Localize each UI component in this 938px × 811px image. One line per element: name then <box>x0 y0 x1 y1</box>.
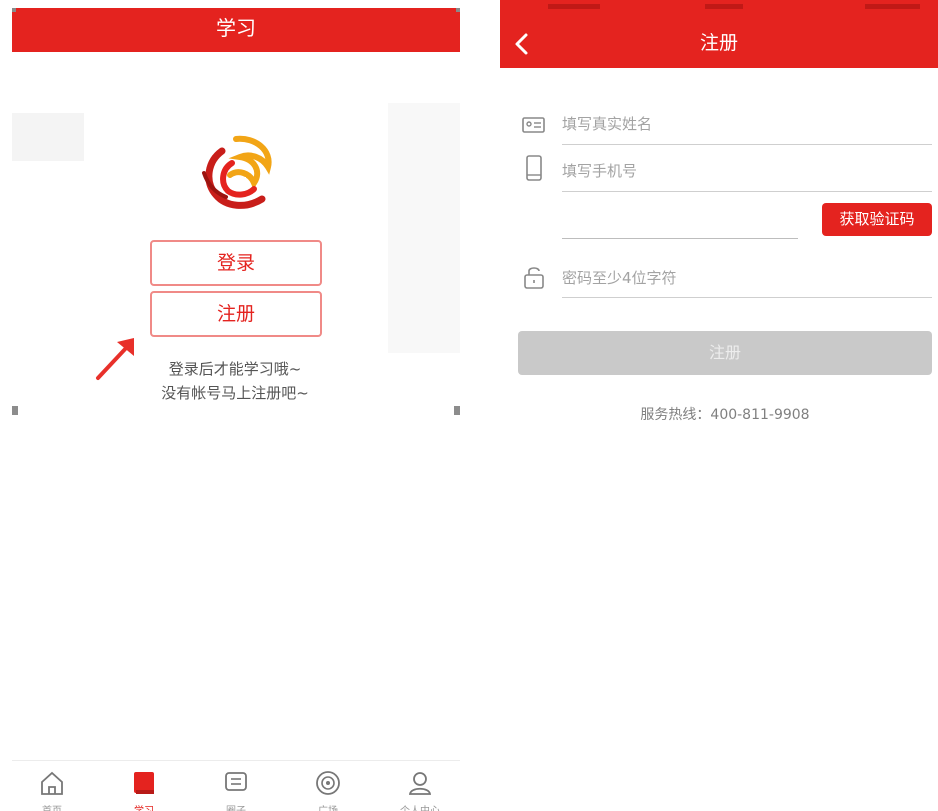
lock-icon <box>524 267 544 289</box>
verification-code-underline <box>562 238 798 239</box>
password-field[interactable] <box>562 258 932 298</box>
phone-field[interactable] <box>562 151 932 191</box>
hotline-label: 服务热线： <box>640 407 711 423</box>
corner-marker <box>456 8 460 12</box>
background-ghost <box>388 103 460 353</box>
tab-study[interactable]: 学习 <box>104 761 184 811</box>
background-ghost <box>12 113 84 161</box>
tab-home-label: 首页 <box>12 802 92 811</box>
screenshot-stage: 学习 登录 注册 登录后才能学习哦~ 没有帐号马上注册吧~ 注册 填写真实姓名 … <box>0 0 938 811</box>
page-title: 注册 <box>699 32 738 54</box>
phoenix-logo-icon <box>202 135 272 209</box>
register-button[interactable]: 注册 <box>150 291 322 337</box>
bottom-tab-bar: 首页 学习 圈子 <box>12 760 460 811</box>
tab-study-label: 学习 <box>104 802 184 811</box>
login-button-label: 登录 <box>216 252 255 274</box>
study-header: 学习 <box>12 8 460 52</box>
phone-field-underline <box>562 191 932 192</box>
password-field-underline <box>562 297 932 298</box>
login-button[interactable]: 登录 <box>150 240 322 286</box>
tab-circle[interactable]: 圈子 <box>196 761 276 811</box>
user-icon <box>408 772 432 795</box>
tab-profile[interactable]: 个人中心 <box>380 761 460 811</box>
submit-register-label: 注册 <box>708 343 741 362</box>
tab-square[interactable]: 广场 <box>288 761 368 811</box>
register-header: 注册 <box>500 0 938 68</box>
study-page-screen: 学习 登录 注册 登录后才能学习哦~ 没有帐号马上注册吧~ <box>12 8 460 811</box>
get-verification-code-button[interactable]: 获取验证码 <box>822 203 932 236</box>
id-card-icon <box>522 117 545 133</box>
tab-home[interactable]: 首页 <box>12 761 92 811</box>
name-field-underline <box>562 144 932 145</box>
status-bar <box>548 4 920 9</box>
login-hint-text: 登录后才能学习哦~ <box>168 360 302 378</box>
register-hint-text: 没有帐号马上注册吧~ <box>161 384 309 402</box>
verification-code-field[interactable] <box>562 198 798 238</box>
register-page-screen: 注册 获取验证码 注 <box>500 0 938 811</box>
submit-register-button[interactable]: 注册 <box>518 331 932 375</box>
home-icon <box>41 771 63 795</box>
chat-icon <box>225 772 247 791</box>
register-button-label: 注册 <box>216 303 255 325</box>
corner-marker <box>12 8 16 12</box>
get-verification-code-label: 获取验证码 <box>839 210 915 228</box>
tab-profile-label: 个人中心 <box>380 802 460 811</box>
edge-marker <box>454 406 460 415</box>
hotline-number[interactable]: 400-811-9908 <box>710 407 809 423</box>
tab-square-label: 广场 <box>288 802 368 811</box>
book-icon <box>134 772 154 794</box>
page-title: 学习 <box>216 16 256 40</box>
phone-icon <box>526 155 542 181</box>
radar-icon <box>316 771 340 795</box>
name-field[interactable] <box>562 104 932 144</box>
service-hotline: 服务热线：400-811-9908 <box>500 404 938 424</box>
tab-circle-label: 圈子 <box>196 802 276 811</box>
edge-marker <box>12 406 18 415</box>
